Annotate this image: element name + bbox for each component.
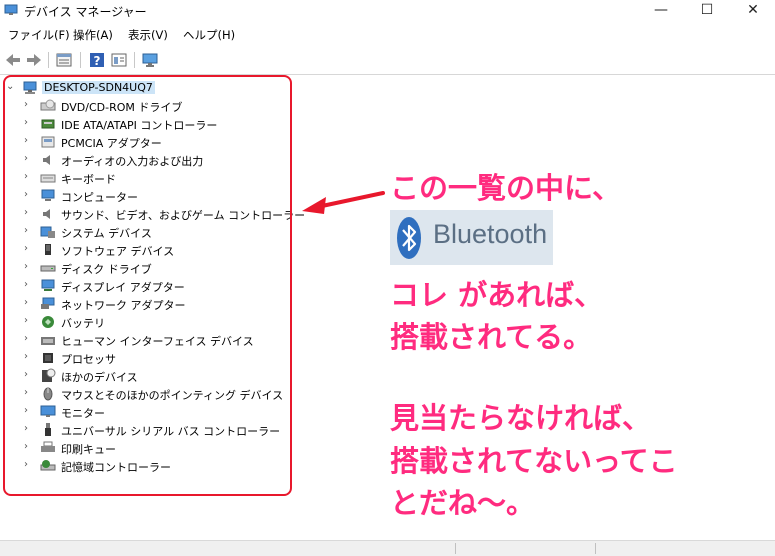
bluetooth-logo-icon xyxy=(397,217,421,259)
annotation-line-5: 搭載されてないってこ xyxy=(390,444,678,478)
annotation-line-4: 見当たらなければ、 xyxy=(390,401,652,435)
toolbar: ? xyxy=(0,46,775,75)
toolbar-separator xyxy=(48,52,49,68)
device-manager-icon xyxy=(4,4,18,15)
menu-view[interactable]: 表示(V) xyxy=(128,27,168,43)
menu-action[interactable]: 操作(A) xyxy=(73,27,113,43)
minimize-button[interactable]: — xyxy=(638,0,684,22)
menu-help[interactable]: ヘルプ(H) xyxy=(183,27,235,43)
status-divider xyxy=(595,543,596,554)
pointer-arrow xyxy=(302,191,385,214)
annotation-line-1: この一覧の中に、 xyxy=(390,171,622,205)
annotation-line-2: コレ があれば、 xyxy=(390,278,604,312)
menu-bar: ファイル(F) 操作(A) 表示(V) ヘルプ(H) xyxy=(0,24,775,44)
status-bar xyxy=(0,540,775,556)
toolbar-separator xyxy=(80,52,81,68)
highlight-box xyxy=(3,75,292,496)
scan-hardware-icon[interactable] xyxy=(141,51,159,69)
annotation-line-6: とだね〜。 xyxy=(390,486,536,520)
properties-icon[interactable] xyxy=(55,51,73,69)
title-bar: デバイス マネージャー — ☐ ✕ xyxy=(0,0,775,22)
back-arrow-icon[interactable] xyxy=(4,51,22,69)
bluetooth-text: Bluetooth xyxy=(433,219,548,249)
annotation-line-3: 搭載されてる。 xyxy=(390,320,593,354)
forward-arrow-icon[interactable] xyxy=(25,51,43,69)
svg-text:?: ? xyxy=(94,54,101,68)
help-icon[interactable]: ? xyxy=(88,51,106,69)
toolbar-separator xyxy=(134,52,135,68)
view-icon[interactable] xyxy=(110,51,128,69)
close-button[interactable]: ✕ xyxy=(730,0,775,22)
menu-file[interactable]: ファイル(F) xyxy=(8,27,70,43)
bluetooth-image: Bluetooth xyxy=(390,210,553,265)
status-divider xyxy=(455,543,456,554)
window-title: デバイス マネージャー xyxy=(24,5,147,19)
maximize-button[interactable]: ☐ xyxy=(684,0,730,22)
